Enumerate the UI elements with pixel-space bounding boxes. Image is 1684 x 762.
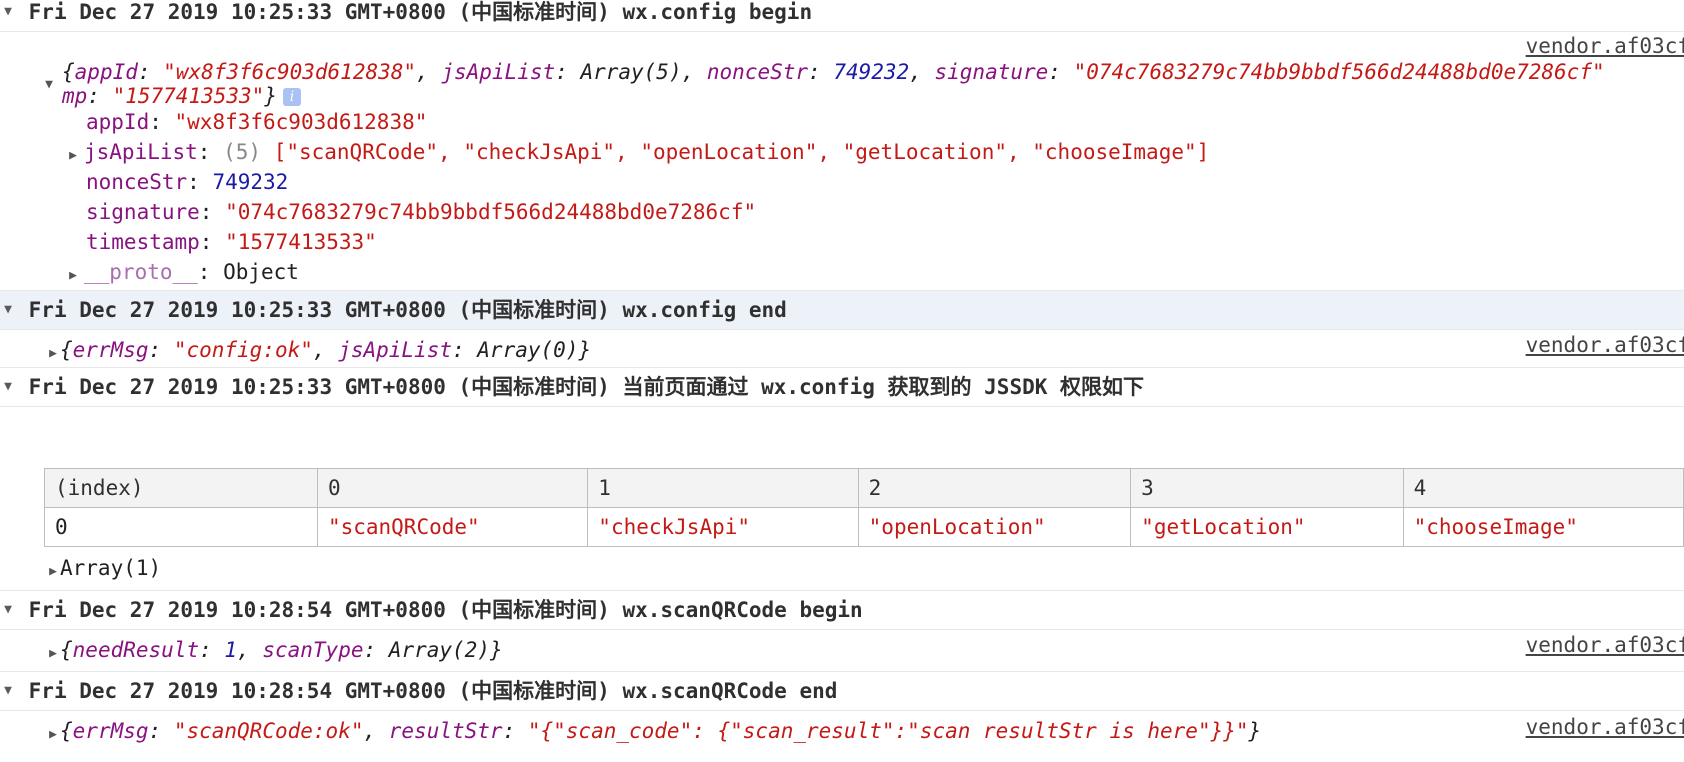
property-nonceStr: nonceStr: 749232 [86, 170, 289, 194]
console-group-header[interactable]: ▼ Fri Dec 27 2019 10:28:54 GMT+0800 (中国标… [0, 590, 1684, 630]
expand-arrow-icon[interactable]: ▶ [46, 638, 60, 670]
table-header[interactable]: 4 [1402, 468, 1684, 508]
expand-arrow-icon[interactable]: ▶ [66, 140, 80, 172]
table-cell: "getLocation" [1130, 507, 1404, 547]
group-expanded-icon[interactable]: ▼ [0, 291, 16, 329]
group-label: Fri Dec 27 2019 10:25:33 GMT+0800 (中国标准时… [28, 0, 813, 24]
table-cell: "scanQRCode" [316, 507, 589, 547]
group-expanded-icon[interactable]: ▼ [0, 0, 16, 31]
expand-arrow-icon[interactable]: ▶ [66, 260, 80, 292]
object-collapsed-line[interactable]: ▶ {needResult: 1, scanType: Array(2)} [46, 634, 1684, 666]
console-panel: ▼ Fri Dec 27 2019 10:25:33 GMT+0800 (中国标… [0, 0, 1684, 762]
group-label: Fri Dec 27 2019 10:28:54 GMT+0800 (中国标准时… [28, 598, 863, 622]
table-header[interactable]: 2 [857, 468, 1132, 508]
expand-arrow-icon[interactable]: ▶ [46, 338, 60, 370]
array-collapsed-line[interactable]: ▶ Array(1) [46, 552, 1684, 584]
console-table: (index) 0 1 2 3 4 0 "scanQRCode" "checkJ… [44, 468, 1684, 547]
table-row: 0 "scanQRCode" "checkJsApi" "openLocatio… [44, 507, 1684, 547]
property-appId: appId: "wx8f3f6c903d612838" [86, 110, 428, 134]
object-expanded-icon[interactable]: ▼ [42, 76, 56, 94]
table-header[interactable]: 3 [1130, 468, 1404, 508]
property-signature: signature: "074c7683279c74bb9bbdf566d244… [86, 200, 757, 224]
group-label: Fri Dec 27 2019 10:25:33 GMT+0800 (中国标准时… [28, 375, 1145, 399]
property-proto[interactable]: ▶ __proto__: Object [66, 256, 1684, 288]
expand-arrow-icon[interactable]: ▶ [46, 556, 60, 588]
console-group-header[interactable]: ▼ Fri Dec 27 2019 10:25:33 GMT+0800 (中国标… [0, 290, 1684, 330]
property-timestamp: timestamp: "1577413533" [86, 230, 377, 254]
console-group-header[interactable]: ▼ Fri Dec 27 2019 10:25:33 GMT+0800 (中国标… [0, 367, 1684, 407]
expand-arrow-icon[interactable]: ▶ [46, 719, 60, 751]
table-header[interactable]: 0 [316, 468, 589, 508]
console-group-header[interactable]: ▼ Fri Dec 27 2019 10:25:33 GMT+0800 (中国标… [0, 0, 1684, 32]
info-icon[interactable]: i [282, 88, 301, 106]
table-cell-index: 0 [44, 507, 318, 547]
group-expanded-icon[interactable]: ▼ [0, 672, 16, 710]
group-label: Fri Dec 27 2019 10:25:33 GMT+0800 (中国标准时… [28, 298, 787, 322]
property-jsApiList[interactable]: ▶ jsApiList: (5) ["scanQRCode", "checkJsA… [66, 136, 1684, 168]
source-link[interactable]: vendor.af03cf [1525, 34, 1684, 58]
object-collapsed-line[interactable]: ▶ {errMsg: "scanQRCode:ok", resultStr: "{… [46, 715, 1684, 747]
console-group-header[interactable]: ▼ Fri Dec 27 2019 10:28:54 GMT+0800 (中国标… [0, 671, 1684, 711]
table-header[interactable]: (index) [44, 468, 318, 508]
table-cell: "openLocation" [857, 507, 1132, 547]
group-expanded-icon[interactable]: ▼ [0, 591, 16, 629]
object-collapsed-line[interactable]: ▶ {errMsg: "config:ok", jsApiList: Array(… [46, 334, 1684, 366]
table-cell: "checkJsApi" [587, 507, 859, 547]
group-label: Fri Dec 27 2019 10:28:54 GMT+0800 (中国标准时… [28, 679, 838, 703]
group-expanded-icon[interactable]: ▼ [0, 368, 16, 406]
table-header-row: (index) 0 1 2 3 4 [44, 468, 1684, 508]
table-cell: "chooseImage" [1402, 507, 1684, 547]
table-header[interactable]: 1 [587, 468, 859, 508]
